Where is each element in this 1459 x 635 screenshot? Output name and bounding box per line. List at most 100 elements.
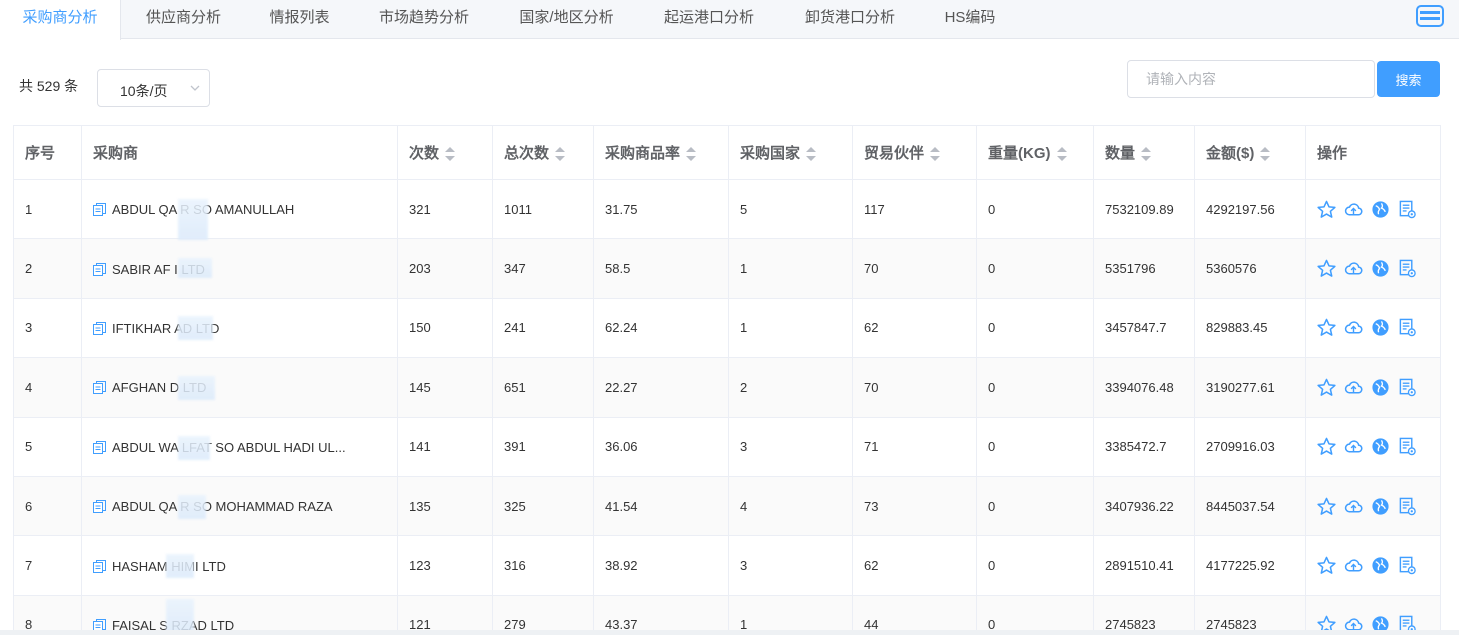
cell-quantity: 3407936.22 bbox=[1093, 476, 1195, 537]
sort-icon bbox=[686, 147, 697, 162]
report-icon[interactable] bbox=[1398, 556, 1417, 575]
cell-count[interactable]: 321 bbox=[397, 179, 493, 240]
bottom-scrollbar-track[interactable] bbox=[0, 630, 1459, 635]
globe-icon[interactable] bbox=[1371, 556, 1390, 575]
globe-icon[interactable] bbox=[1371, 200, 1390, 219]
table-row: 3 IFTIKHAR AD LTD 150 241 62.24 1 62 0 3… bbox=[13, 298, 1441, 359]
document-copy-icon bbox=[93, 559, 106, 573]
header-quantity[interactable]: 数量 bbox=[1093, 125, 1195, 180]
chevron-down-icon bbox=[190, 85, 200, 91]
cell-partners[interactable]: 62 bbox=[852, 298, 977, 359]
cell-quantity: 3385472.7 bbox=[1093, 417, 1195, 477]
report-icon[interactable] bbox=[1398, 318, 1417, 337]
star-icon[interactable] bbox=[1317, 259, 1336, 278]
cell-total: 391 bbox=[492, 417, 594, 477]
cell-index: 2 bbox=[13, 238, 82, 299]
cell-countries[interactable]: 1 bbox=[728, 238, 853, 299]
globe-icon[interactable] bbox=[1371, 437, 1390, 456]
cell-countries[interactable]: 3 bbox=[728, 535, 853, 596]
tab-country-region[interactable]: 国家/地区分析 bbox=[495, 0, 638, 39]
star-icon[interactable] bbox=[1317, 556, 1336, 575]
search-button[interactable]: 搜索 bbox=[1377, 61, 1440, 97]
cloud-upload-icon[interactable] bbox=[1344, 200, 1363, 219]
buyer-name-link[interactable]: ABDUL WA LFAT SO ABDUL HADI UL... bbox=[112, 440, 346, 455]
cell-count[interactable]: 123 bbox=[397, 535, 493, 596]
cloud-upload-icon[interactable] bbox=[1344, 318, 1363, 337]
report-icon[interactable] bbox=[1398, 200, 1417, 219]
document-copy-icon bbox=[93, 500, 106, 514]
header-countries[interactable]: 采购国家 bbox=[728, 125, 853, 180]
cell-countries[interactable]: 2 bbox=[728, 357, 853, 418]
cell-actions bbox=[1305, 357, 1441, 418]
cell-buyer[interactable]: IFTIKHAR AD LTD bbox=[81, 298, 398, 359]
star-icon[interactable] bbox=[1317, 318, 1336, 337]
tab-market-trend[interactable]: 市场趋势分析 bbox=[353, 0, 495, 39]
page-size-select[interactable]: 10条/页 bbox=[97, 69, 210, 107]
tab-hs-code[interactable]: HS编码 bbox=[920, 0, 1020, 39]
cell-count[interactable]: 135 bbox=[397, 476, 493, 537]
globe-icon[interactable] bbox=[1371, 378, 1390, 397]
header-amount[interactable]: 金额($) bbox=[1194, 125, 1306, 180]
table-row: 1 ABDUL QA R SO AMANULLAH 321 1011 31.75… bbox=[13, 179, 1441, 240]
cell-rate: 58.5 bbox=[593, 238, 729, 299]
cell-countries[interactable]: 1 bbox=[728, 298, 853, 359]
cell-count[interactable]: 203 bbox=[397, 238, 493, 299]
tab-discharge-port[interactable]: 卸货港口分析 bbox=[780, 0, 920, 39]
cell-buyer[interactable]: ABDUL QA R SO MOHAMMAD RAZA bbox=[81, 476, 398, 537]
cell-partners[interactable]: 70 bbox=[852, 357, 977, 418]
star-icon[interactable] bbox=[1317, 437, 1336, 456]
search-input[interactable] bbox=[1127, 60, 1375, 98]
cloud-upload-icon[interactable] bbox=[1344, 378, 1363, 397]
globe-icon[interactable] bbox=[1371, 259, 1390, 278]
report-icon[interactable] bbox=[1398, 497, 1417, 516]
cell-buyer[interactable]: SABIR AF I LTD bbox=[81, 238, 398, 299]
tab-origin-port[interactable]: 起运港口分析 bbox=[638, 0, 780, 39]
header-total[interactable]: 总次数 bbox=[492, 125, 594, 180]
tab-intel-list[interactable]: 情报列表 bbox=[246, 0, 353, 39]
tab-buyer-analysis[interactable]: 采购商分析 bbox=[0, 0, 121, 40]
star-icon[interactable] bbox=[1317, 200, 1336, 219]
header-weight[interactable]: 重量(KG) bbox=[976, 125, 1094, 180]
cell-weight: 0 bbox=[976, 535, 1094, 596]
cloud-upload-icon[interactable] bbox=[1344, 437, 1363, 456]
cell-partners[interactable]: 117 bbox=[852, 179, 977, 240]
cell-count[interactable]: 141 bbox=[397, 417, 493, 477]
cell-total: 1011 bbox=[492, 179, 594, 240]
tab-supplier-analysis[interactable]: 供应商分析 bbox=[121, 0, 246, 39]
cell-buyer[interactable]: ABDUL QA R SO AMANULLAH bbox=[81, 179, 398, 240]
cell-partners[interactable]: 73 bbox=[852, 476, 977, 537]
cell-countries[interactable]: 4 bbox=[728, 476, 853, 537]
cloud-upload-icon[interactable] bbox=[1344, 556, 1363, 575]
report-icon[interactable] bbox=[1398, 437, 1417, 456]
cell-index: 1 bbox=[13, 179, 82, 240]
cell-count[interactable]: 145 bbox=[397, 357, 493, 418]
cell-partners[interactable]: 71 bbox=[852, 417, 977, 477]
cell-buyer[interactable]: ABDUL WA LFAT SO ABDUL HADI UL... bbox=[81, 417, 398, 477]
report-icon[interactable] bbox=[1398, 378, 1417, 397]
panel-toggle-icon[interactable] bbox=[1416, 5, 1444, 27]
document-copy-icon bbox=[93, 203, 106, 217]
cell-rate: 31.75 bbox=[593, 179, 729, 240]
cell-index: 4 bbox=[13, 357, 82, 418]
header-rate[interactable]: 采购商品率 bbox=[593, 125, 729, 180]
header-partners[interactable]: 贸易伙伴 bbox=[852, 125, 977, 180]
star-icon[interactable] bbox=[1317, 378, 1336, 397]
cloud-upload-icon[interactable] bbox=[1344, 259, 1363, 278]
header-buyer: 采购商 bbox=[81, 125, 398, 180]
globe-icon[interactable] bbox=[1371, 497, 1390, 516]
cell-count[interactable]: 150 bbox=[397, 298, 493, 359]
cell-countries[interactable]: 5 bbox=[728, 179, 853, 240]
cell-partners[interactable]: 62 bbox=[852, 535, 977, 596]
cell-partners[interactable]: 70 bbox=[852, 238, 977, 299]
sort-icon bbox=[1260, 147, 1271, 162]
globe-icon[interactable] bbox=[1371, 318, 1390, 337]
buyer-name-link[interactable]: ABDUL QA R SO MOHAMMAD RAZA bbox=[112, 499, 333, 514]
cell-buyer[interactable]: HASHAM HIMI LTD bbox=[81, 535, 398, 596]
cloud-upload-icon[interactable] bbox=[1344, 497, 1363, 516]
star-icon[interactable] bbox=[1317, 497, 1336, 516]
header-count[interactable]: 次数 bbox=[397, 125, 493, 180]
cell-countries[interactable]: 3 bbox=[728, 417, 853, 477]
cell-buyer[interactable]: AFGHAN D LTD bbox=[81, 357, 398, 418]
document-copy-icon bbox=[93, 322, 106, 335]
report-icon[interactable] bbox=[1398, 259, 1417, 278]
